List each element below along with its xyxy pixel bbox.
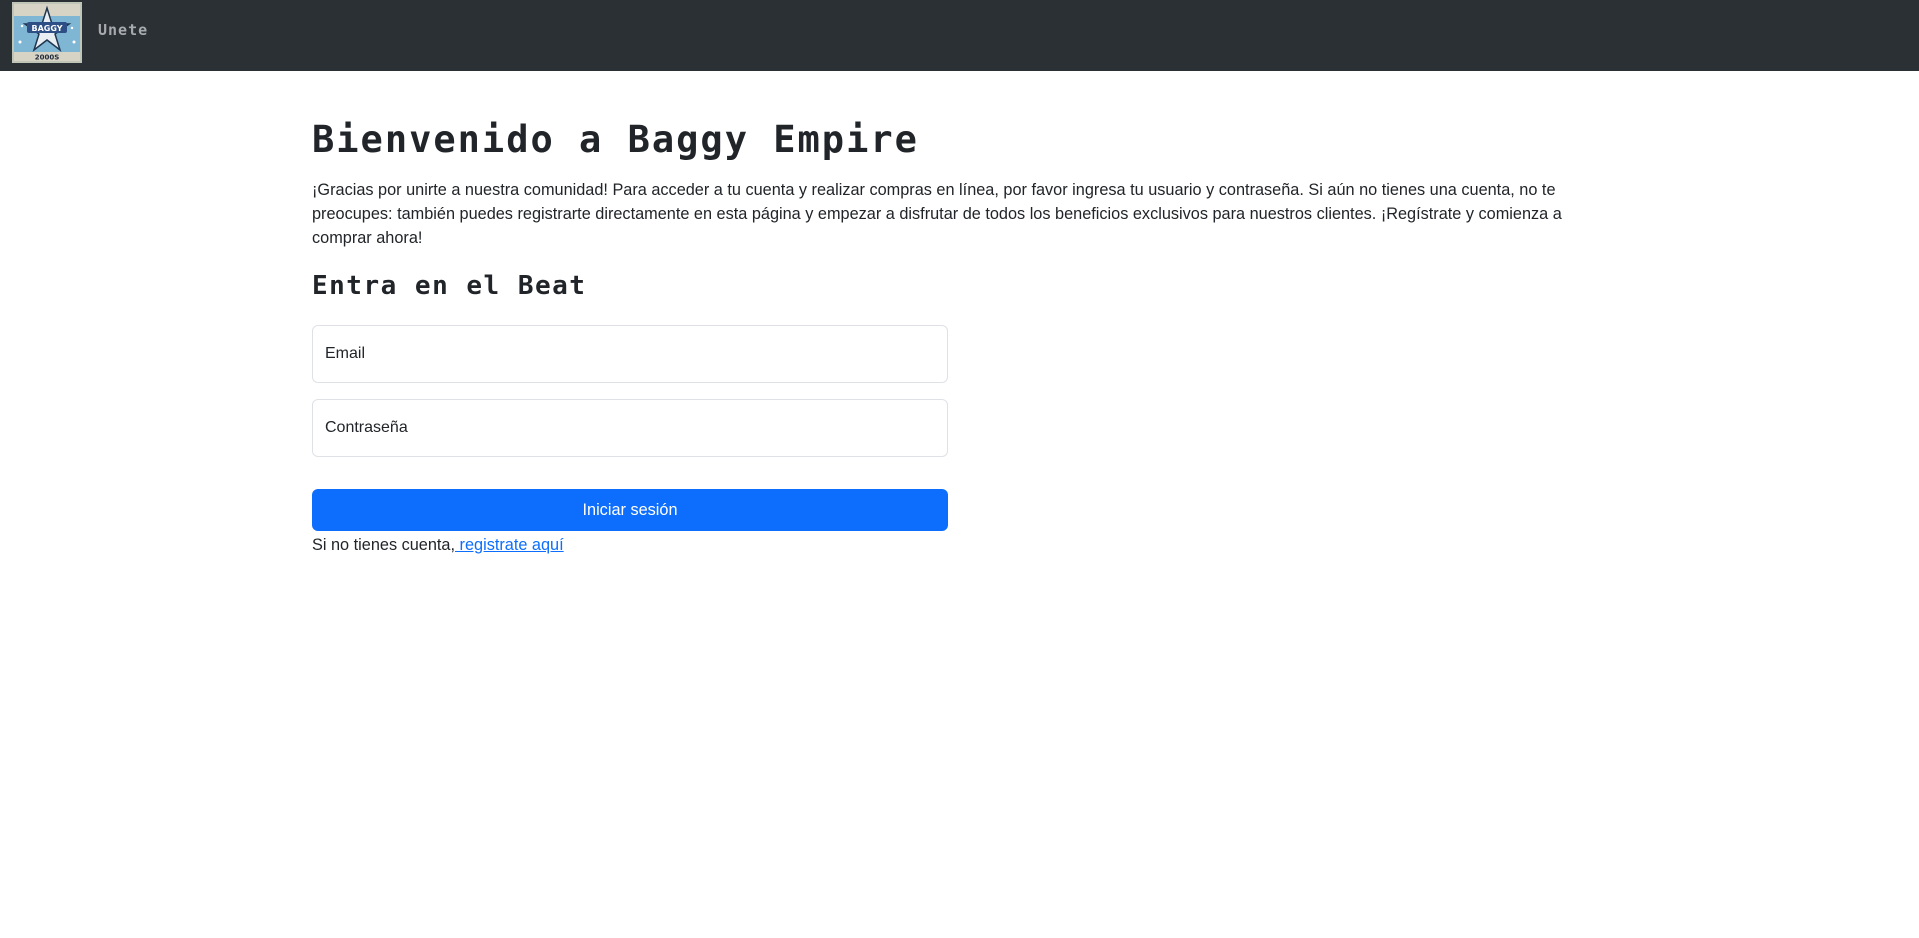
- login-button[interactable]: Iniciar sesión: [312, 489, 948, 531]
- baggy-empire-logo: BAGGY 2000S: [12, 2, 82, 63]
- brand-logo-link[interactable]: BAGGY 2000S: [12, 2, 82, 63]
- nav-link-unete[interactable]: Unete: [98, 21, 148, 39]
- signup-prefix-text: Si no tienes cuenta,: [312, 536, 456, 554]
- login-form-title: Entra en el Beat: [312, 271, 587, 301]
- intro-paragraph: ¡Gracias por unirte a nuestra comunidad!…: [312, 181, 1562, 247]
- svg-text:BAGGY: BAGGY: [31, 24, 62, 33]
- signup-link[interactable]: registrate aquí: [455, 536, 564, 554]
- email-input[interactable]: [313, 326, 947, 382]
- signup-prompt: Si no tienes cuenta, registrate aquí: [312, 533, 564, 557]
- email-field: [312, 325, 948, 383]
- page-title: Bienvenido a Baggy Empire: [312, 118, 919, 161]
- svg-text:2000S: 2000S: [35, 54, 60, 62]
- password-input[interactable]: [313, 400, 947, 456]
- password-field: [312, 399, 948, 457]
- navbar: BAGGY 2000S Unete: [0, 0, 1919, 71]
